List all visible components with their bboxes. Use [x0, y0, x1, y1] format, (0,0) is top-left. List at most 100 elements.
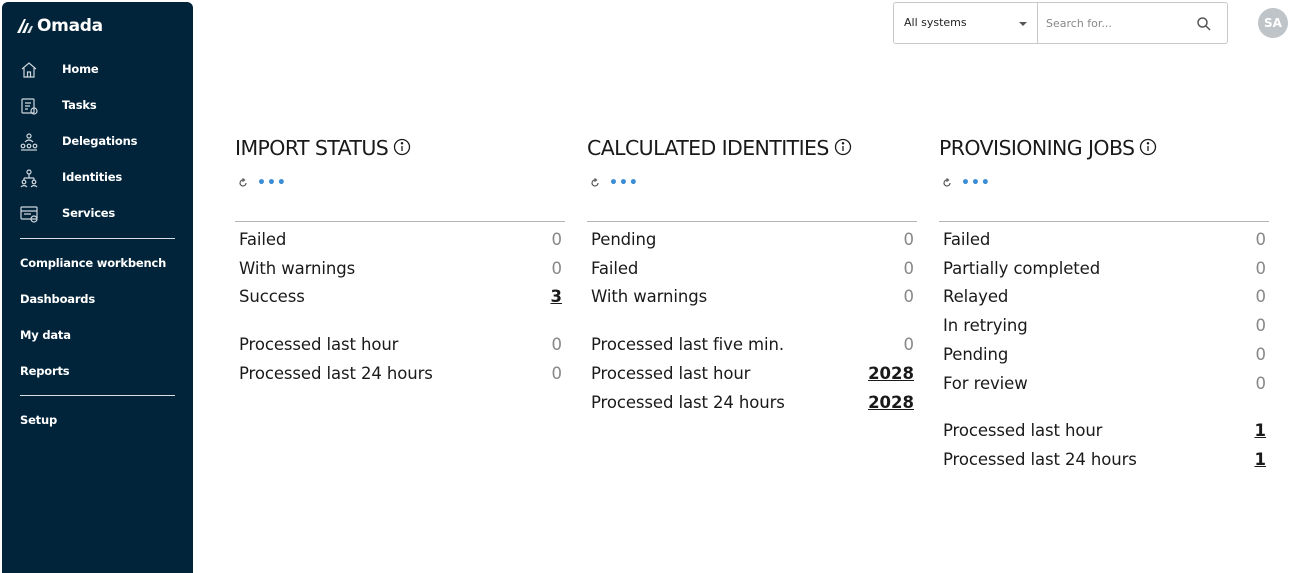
sidebar-item-tasks[interactable]: Tasks [2, 88, 193, 124]
panel-title-text: CALCULATED IDENTITIES [587, 136, 829, 160]
sidebar-link-compliance-workbench[interactable]: Compliance workbench [20, 256, 166, 270]
stat-row: Processed last hour 2028 [587, 364, 917, 388]
stat-value-link[interactable]: 3 [551, 287, 562, 306]
stat-row: Processed last 24 hours 2028 [587, 393, 917, 417]
panel-title-text: IMPORT STATUS [235, 136, 389, 160]
stat-row: With warnings 0 [587, 287, 917, 311]
stat-value: 0 [551, 363, 563, 383]
sidebar-item-services[interactable]: Services [2, 196, 193, 232]
more-options-icon[interactable]: ••• [609, 176, 639, 190]
stat-row: Processed last five min. 0 [587, 335, 917, 359]
stat-label: Pending [943, 344, 1009, 364]
stat-value: 0 [1255, 316, 1267, 336]
search-input[interactable] [1046, 14, 1186, 32]
tasks-icon [21, 98, 38, 115]
stat-label: Failed [591, 258, 639, 278]
stat-label: Failed [239, 230, 287, 249]
stat-value: 0 [1255, 258, 1267, 278]
panel-title: CALCULATED IDENTITIES [587, 136, 852, 160]
stat-row: Success 3 [235, 287, 565, 311]
stat-label: Partially completed [943, 258, 1101, 278]
sidebar-link-dashboards[interactable]: Dashboards [20, 292, 95, 306]
search-box [1037, 2, 1228, 44]
stat-value: 0 [903, 335, 915, 355]
logo[interactable]: Omada [16, 14, 103, 38]
stat-value: 0 [1255, 373, 1267, 393]
stat-value-link[interactable]: 1 [1255, 421, 1266, 440]
home-icon [21, 62, 37, 78]
sidebar-divider [20, 395, 175, 396]
sidebar-item-label: Identities [62, 170, 123, 184]
logo-text: Omada [37, 16, 103, 36]
panel-title: IMPORT STATUS [235, 136, 411, 160]
panel-title-text: PROVISIONING JOBS [939, 136, 1135, 160]
sidebar-divider [20, 238, 175, 239]
sidebar-item-label: Tasks [62, 98, 97, 112]
stat-value: 0 [551, 258, 563, 278]
search-icon[interactable] [1196, 16, 1212, 32]
stat-row: Processed last 24 hours 1 [939, 450, 1269, 474]
sidebar-item-label: Delegations [62, 134, 138, 148]
identities-icon [20, 169, 38, 188]
sidebar-item-identities[interactable]: Identities [2, 160, 193, 196]
refresh-icon[interactable] [238, 178, 248, 188]
stat-value: 0 [903, 287, 915, 307]
stat-row: Failed 0 [587, 259, 917, 283]
stat-value: 0 [1255, 230, 1267, 249]
services-icon [20, 206, 38, 223]
stat-row: Failed 0 [235, 230, 565, 254]
system-select-value: All systems [904, 16, 967, 29]
sidebar-link-reports[interactable]: Reports [20, 364, 70, 378]
stat-label: Processed last 24 hours [591, 392, 785, 412]
stat-row: With warnings 0 [235, 259, 565, 283]
stat-label: Relayed [943, 287, 1009, 307]
omada-logo-icon [17, 19, 33, 33]
stat-row: Processed last hour 0 [235, 335, 565, 359]
stat-label: Processed last hour [943, 421, 1103, 441]
stat-value: 0 [551, 230, 563, 249]
info-icon[interactable] [1139, 138, 1157, 156]
refresh-icon[interactable] [942, 178, 952, 188]
sidebar-item-home[interactable]: Home [2, 52, 193, 88]
sidebar-link-my-data[interactable]: My data [20, 328, 71, 342]
info-icon[interactable] [834, 138, 852, 156]
stat-row: In retrying 0 [939, 316, 1269, 340]
stat-label: Failed [943, 230, 991, 249]
stat-value: 0 [1255, 344, 1267, 364]
panel-title: PROVISIONING JOBS [939, 136, 1157, 160]
stat-label: With warnings [591, 287, 708, 307]
system-select[interactable]: All systems [893, 2, 1037, 44]
stat-row: Failed 0 [939, 230, 1269, 254]
more-options-icon[interactable]: ••• [257, 176, 287, 190]
stat-value: 0 [903, 230, 915, 249]
stat-value-link[interactable]: 2028 [868, 393, 914, 412]
stat-label: For review [943, 373, 1028, 393]
stat-value: 0 [551, 335, 563, 355]
stat-label: Pending [591, 230, 657, 249]
info-icon[interactable] [393, 138, 411, 156]
stat-row: Relayed 0 [939, 287, 1269, 311]
more-options-icon[interactable]: ••• [961, 176, 991, 190]
stat-value-link[interactable]: 1 [1255, 450, 1266, 469]
panel-divider [587, 221, 917, 222]
stat-label: Processed last 24 hours [239, 363, 433, 383]
chevron-down-icon [1019, 22, 1027, 26]
stat-label: With warnings [239, 258, 356, 278]
sidebar: Omada Home Tasks Delegations Identities … [2, 2, 193, 573]
sidebar-link-setup[interactable]: Setup [20, 413, 57, 427]
stat-label: In retrying [943, 316, 1028, 336]
stat-row: Pending 0 [587, 230, 917, 254]
delegations-icon [20, 133, 38, 151]
sidebar-item-delegations[interactable]: Delegations [2, 124, 193, 160]
avatar[interactable]: SA [1258, 8, 1288, 38]
panel-divider [235, 221, 565, 222]
refresh-icon[interactable] [590, 178, 600, 188]
sidebar-item-label: Home [62, 62, 99, 76]
stat-row: Pending 0 [939, 345, 1269, 369]
stat-row: For review 0 [939, 374, 1269, 398]
stat-label: Success [239, 287, 305, 307]
stat-value-link[interactable]: 2028 [868, 364, 914, 383]
stat-label: Processed last hour [591, 363, 751, 383]
sidebar-item-label: Services [62, 206, 116, 220]
stat-row: Partially completed 0 [939, 259, 1269, 283]
